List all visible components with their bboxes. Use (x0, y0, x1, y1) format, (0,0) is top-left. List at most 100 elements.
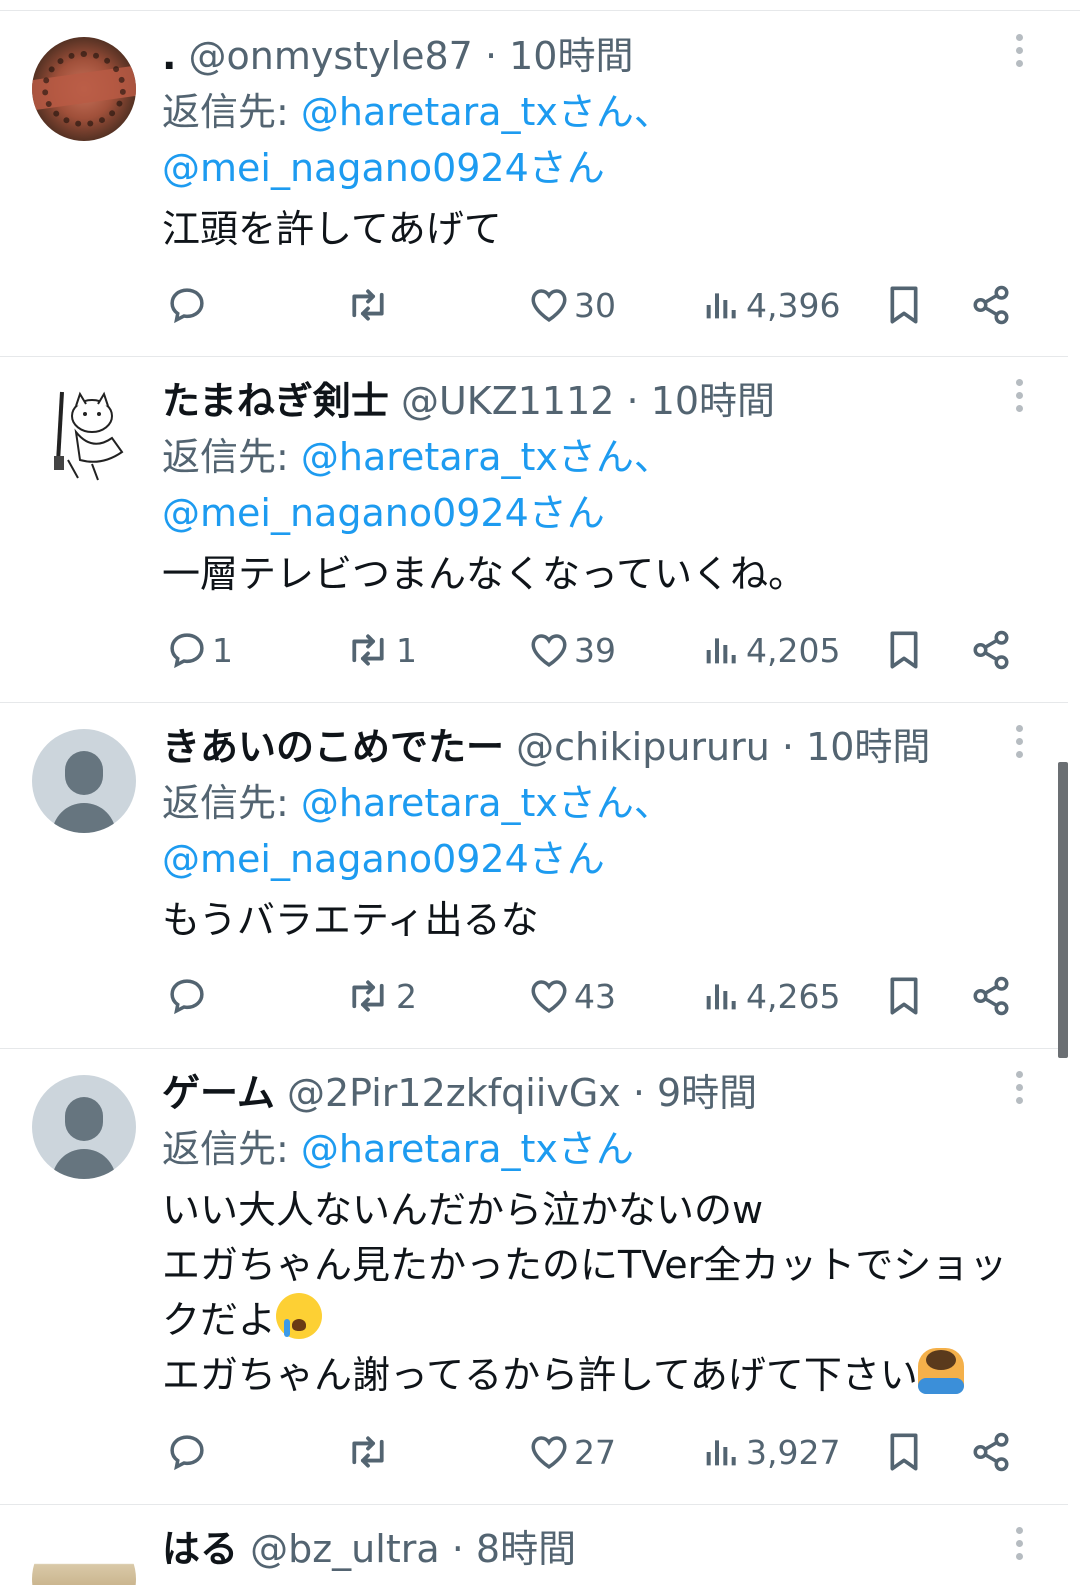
heart-icon (531, 1436, 567, 1469)
tweet-text: もうバラエティ出るな (162, 898, 539, 942)
bookmark-icon (890, 977, 918, 1015)
reply-icon (170, 288, 204, 324)
reply-button[interactable] (166, 971, 212, 1021)
tweet-text-line: エガちゃん謝ってるから許してあげて下さい (162, 1353, 918, 1397)
bookmark-icon (890, 631, 918, 669)
retweet-button[interactable]: 2 (344, 971, 417, 1021)
display-name[interactable]: きあいのこめでたー (162, 725, 504, 769)
share-button[interactable] (970, 280, 1012, 330)
views-button[interactable]: 4,265 (702, 971, 840, 1021)
tweet[interactable]: ゲーム @2Pir12zkfqiivGx · 9時間 返信先: @haretar… (0, 1049, 1068, 1505)
like-button[interactable]: 39 (528, 625, 616, 675)
share-button[interactable] (970, 625, 1012, 675)
share-button[interactable] (970, 1427, 1012, 1477)
reply-to: 返信先: @haretara_txさん、@mei_nagano0924さん (162, 781, 672, 881)
bookmark-button[interactable] (884, 1427, 924, 1477)
share-icon (973, 976, 1009, 1016)
avatar[interactable] (32, 37, 136, 141)
bookmark-button[interactable] (884, 625, 924, 675)
user-handle[interactable]: @2Pir12zkfqiivGx (287, 1071, 621, 1115)
views-button[interactable]: 4,396 (702, 280, 840, 330)
avatar[interactable] (32, 382, 136, 486)
timestamp[interactable]: 9時間 (657, 1071, 757, 1115)
views-icon (706, 1440, 736, 1466)
view-count: 4,396 (746, 285, 841, 325)
more-icon[interactable] (1016, 379, 1024, 418)
reply-to: 返信先: @haretara_txさん、@mei_nagano0924さん (162, 90, 672, 190)
retweet-icon (352, 980, 384, 1012)
user-handle[interactable]: @UKZ1112 (401, 379, 614, 423)
action-bar: 30 4,396 (0, 280, 918, 330)
retweet-count: 1 (396, 630, 417, 670)
tweet-header: . @onmystyle87 · 10時間 (162, 34, 634, 78)
like-count: 27 (574, 1432, 616, 1472)
display-name[interactable]: . (162, 34, 176, 78)
more-icon[interactable] (1016, 725, 1024, 764)
timestamp[interactable]: 10時間 (509, 34, 633, 78)
display-name[interactable]: たまねぎ剣士 (162, 379, 389, 423)
retweet-icon (352, 289, 384, 321)
reply-to: 返信先: @haretara_txさん、@mei_nagano0924さん (162, 435, 672, 535)
timestamp[interactable]: 8時間 (476, 1527, 576, 1571)
cat-swordsman-icon (54, 391, 124, 481)
tweet-header: はる @bz_ultra · 8時間 (162, 1527, 577, 1571)
reply-button[interactable] (166, 1427, 212, 1477)
tweet-header: ゲーム @2Pir12zkfqiivGx · 9時間 (162, 1071, 758, 1115)
bookmark-button[interactable] (884, 280, 924, 330)
share-icon (973, 285, 1009, 325)
reply-button[interactable]: 1 (166, 625, 233, 675)
reply-to: 返信先: @haretara_txさん (162, 1127, 634, 1171)
avatar[interactable] (32, 729, 136, 833)
retweet-button[interactable] (344, 280, 396, 330)
display-name[interactable]: はる (162, 1527, 238, 1571)
like-button[interactable]: 27 (528, 1427, 616, 1477)
avatar[interactable] (32, 1075, 136, 1179)
views-icon (706, 293, 736, 319)
user-handle[interactable]: @onmystyle87 (189, 34, 473, 78)
heart-icon (531, 289, 567, 322)
views-icon (706, 638, 736, 664)
tweet-header: たまねぎ剣士 @UKZ1112 · 10時間 (162, 379, 776, 423)
views-button[interactable]: 4,205 (702, 625, 840, 675)
tweet[interactable]: はる @bz_ultra · 8時間 (0, 1505, 1068, 1585)
action-bar: 27 3,927 (0, 1427, 918, 1477)
like-button[interactable]: 30 (528, 280, 616, 330)
bookmark-button[interactable] (884, 971, 924, 1021)
user-handle[interactable]: @bz_ultra (250, 1527, 440, 1571)
tweet-header: きあいのこめでたー @chikipururu · 10時間 (162, 725, 931, 769)
retweet-icon (352, 1436, 384, 1468)
share-button[interactable] (970, 971, 1012, 1021)
more-icon[interactable] (1016, 1527, 1024, 1566)
user-handle[interactable]: @chikipururu (516, 725, 770, 769)
action-bar: 1 1 39 4,205 (0, 625, 918, 675)
avatar[interactable] (32, 1527, 136, 1585)
more-icon[interactable] (1016, 34, 1024, 73)
reply-button[interactable] (166, 280, 212, 330)
like-button[interactable]: 43 (528, 971, 616, 1021)
like-count: 39 (574, 630, 616, 670)
tweet[interactable]: . @onmystyle87 · 10時間 返信先: @haretara_txさ… (0, 12, 1068, 357)
tweet[interactable]: たまねぎ剣士 @UKZ1112 · 10時間 返信先: @haretara_tx… (0, 357, 1068, 703)
scrollbar[interactable] (1058, 762, 1068, 1058)
tweet-text-line: いい大人ないんだから泣かないのw (162, 1188, 764, 1232)
share-icon (973, 1432, 1009, 1472)
crying-face-icon (276, 1293, 323, 1339)
timestamp[interactable]: 10時間 (651, 379, 775, 423)
views-icon (706, 984, 736, 1010)
tweet[interactable]: きあいのこめでたー @chikipururu · 10時間 返信先: @hare… (0, 703, 1068, 1049)
display-name[interactable]: ゲーム (162, 1071, 275, 1115)
views-button[interactable]: 3,927 (702, 1427, 840, 1477)
mention-link[interactable]: @haretara_txさん (301, 1127, 634, 1171)
retweet-button[interactable] (344, 1427, 396, 1477)
heart-icon (531, 634, 567, 667)
more-icon[interactable] (1016, 1071, 1024, 1110)
retweet-count: 2 (396, 976, 417, 1016)
retweet-button[interactable]: 1 (344, 625, 417, 675)
like-count: 43 (574, 976, 616, 1016)
top-divider (0, 0, 1080, 11)
timestamp[interactable]: 10時間 (806, 725, 930, 769)
like-count: 30 (574, 285, 616, 325)
tweet-text: 江頭を許してあげて (162, 207, 502, 251)
reply-icon (170, 633, 204, 669)
view-count: 4,205 (746, 630, 841, 670)
